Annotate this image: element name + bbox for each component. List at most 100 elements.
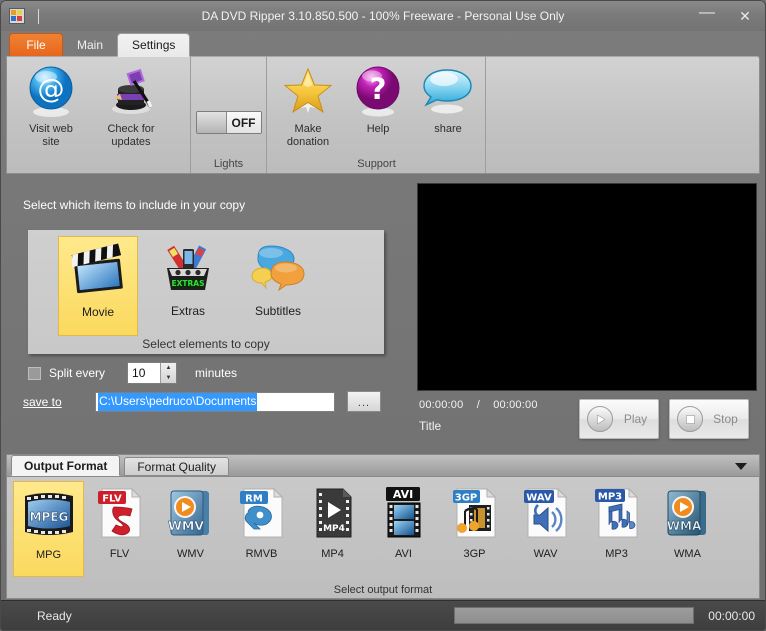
subtitles-bubbles-icon (249, 240, 307, 298)
svg-text:MPEG: MPEG (29, 510, 68, 524)
copy-elements-footer: Select elements to copy (142, 337, 270, 351)
svg-text:FLV: FLV (102, 494, 122, 505)
preview-controls: 00:00:00 / 00:00:00 Title Play Stop (419, 399, 760, 439)
output-format-tabs: Output Format Format Quality (6, 454, 760, 476)
svg-text:?: ? (370, 72, 387, 106)
copy-item-subtitles[interactable]: Subtitles (238, 236, 318, 336)
format-item-wma[interactable]: WMA WMA (652, 481, 723, 577)
3gp-icon: 3GP (447, 485, 503, 541)
visit-web-site-button[interactable]: @ Visit web site (11, 62, 91, 149)
close-button[interactable]: ✕ (737, 9, 753, 23)
svg-text:RM: RM (245, 494, 263, 505)
svg-text:MP4: MP4 (323, 524, 345, 534)
current-time: 00:00:00 (419, 399, 464, 411)
stop-label: Stop (713, 412, 738, 426)
tab-format-quality[interactable]: Format Quality (124, 457, 230, 476)
split-minutes-stepper[interactable]: ▲ ▼ (127, 362, 178, 384)
save-path-value: C:\Users\pedruco\Documents (98, 392, 258, 411)
format-item-rmvb-label: RMVB (245, 548, 278, 560)
application-window: DA DVD Ripper 3.10.850.500 - 100% Freewa… (0, 0, 766, 631)
svg-text:WMA: WMA (666, 519, 701, 533)
preview-title-label: Title (419, 419, 442, 433)
toggle-knob (196, 112, 227, 133)
video-preview-surface[interactable] (417, 183, 757, 391)
star-icon (281, 65, 335, 119)
save-to-label[interactable]: save to (23, 395, 95, 409)
split-unit-label: minutes (195, 366, 238, 380)
format-item-wmv[interactable]: WMV WMV (155, 481, 226, 577)
output-format-list: MPEG MPG FLV FLV WMV WMV RM RMVB MP4 MP4… (7, 477, 759, 577)
format-item-flv[interactable]: FLV FLV (84, 481, 155, 577)
status-label: Ready (37, 608, 72, 623)
format-item-mp3[interactable]: MP3 MP3 (581, 481, 652, 577)
play-button[interactable]: Play (579, 399, 659, 439)
format-item-mpg-label: MPG (35, 549, 62, 561)
format-item-wmv-label: WMV (177, 548, 204, 560)
stepper-up-icon[interactable]: ▲ (161, 363, 176, 373)
save-path-input[interactable]: C:\Users\pedruco\Documents (95, 391, 335, 412)
format-item-3gp-label: 3GP (463, 548, 486, 560)
lights-toggle-label: OFF (226, 112, 261, 133)
ribbon-group-empty (486, 57, 759, 173)
svg-text:WMV: WMV (168, 518, 204, 533)
output-format-section: Output Format Format Quality MPEG MPG FL… (6, 454, 760, 599)
output-format-body: MPEG MPG FLV FLV WMV WMV RM RMVB MP4 MP4… (6, 476, 760, 599)
format-item-3gp[interactable]: 3GP 3GP (439, 481, 510, 577)
help-button[interactable]: ? Help (343, 62, 413, 136)
avi-filmstrip-icon: AVI (376, 485, 432, 541)
split-minutes-input[interactable] (128, 363, 161, 383)
format-item-mpg[interactable]: MPEG MPG (13, 481, 84, 577)
ribbon-group-lights-label: Lights (213, 158, 244, 170)
magic-hat-icon (104, 65, 158, 119)
stop-button[interactable]: Stop (669, 399, 749, 439)
make-donation-button[interactable]: Make donation (273, 62, 343, 149)
tab-settings[interactable]: Settings (117, 33, 191, 57)
share-button[interactable]: share (413, 62, 483, 136)
stepper-buttons[interactable]: ▲ ▼ (160, 363, 177, 383)
format-item-rmvb[interactable]: RM RMVB (226, 481, 297, 577)
wav-speaker-icon: WAV (518, 485, 574, 541)
split-row: Split every ▲ ▼ minutes (28, 362, 237, 384)
minimize-button[interactable]: — (699, 5, 715, 21)
save-to-row: save to C:\Users\pedruco\Documents ... (23, 391, 381, 412)
status-bar: Ready 00:00:00 (1, 600, 765, 630)
format-item-mp3-label: MP3 (605, 548, 628, 560)
ribbon-group-support-label: Support (357, 158, 396, 170)
browse-button[interactable]: ... (347, 391, 381, 412)
svg-text:WAV: WAV (526, 493, 552, 504)
wma-icon: WMA (660, 485, 716, 541)
format-item-mp4[interactable]: MP4 MP4 (297, 481, 368, 577)
copy-item-subtitles-label: Subtitles (254, 304, 302, 318)
format-item-wav-label: WAV (533, 548, 558, 560)
format-item-wav[interactable]: WAV WAV (510, 481, 581, 577)
realmedia-icon: RM (234, 485, 290, 541)
copy-item-extras[interactable]: EXTRAS Extras (148, 236, 228, 336)
visit-web-site-label: Visit web site (29, 123, 73, 148)
preview-pane: 00:00:00 / 00:00:00 Title Play Stop (410, 178, 760, 453)
tab-file[interactable]: File (9, 33, 63, 56)
at-sign-icon: @ (24, 65, 78, 119)
split-every-checkbox[interactable] (28, 366, 41, 380)
format-item-mp4-label: MP4 (321, 548, 344, 560)
copy-item-movie[interactable]: Movie (58, 236, 138, 336)
chevron-down-icon[interactable] (735, 463, 747, 470)
stepper-down-icon[interactable]: ▼ (161, 373, 176, 383)
tab-main[interactable]: Main (63, 33, 117, 56)
svg-text:EXTRAS: EXTRAS (171, 279, 204, 288)
window-title: DA DVD Ripper 3.10.850.500 - 100% Freewa… (201, 9, 565, 23)
copy-item-extras-label: Extras (170, 304, 205, 318)
svg-text:@: @ (38, 74, 65, 105)
svg-text:AVI: AVI (392, 488, 412, 501)
make-donation-label: Make donation (286, 123, 330, 148)
play-icon (587, 406, 613, 432)
ribbon-group-lights: OFF Lights (191, 57, 267, 173)
title-bar: DA DVD Ripper 3.10.850.500 - 100% Freewa… (1, 1, 765, 31)
tab-output-format[interactable]: Output Format (11, 455, 121, 476)
app-logo-icon (9, 8, 25, 24)
check-for-updates-button[interactable]: Check for updates (91, 62, 171, 149)
total-time: 00:00:00 (493, 399, 538, 411)
lights-toggle[interactable]: OFF (195, 111, 262, 134)
format-item-avi[interactable]: AVI AVI (368, 481, 439, 577)
stop-icon (677, 406, 703, 432)
progress-bar (454, 607, 695, 624)
